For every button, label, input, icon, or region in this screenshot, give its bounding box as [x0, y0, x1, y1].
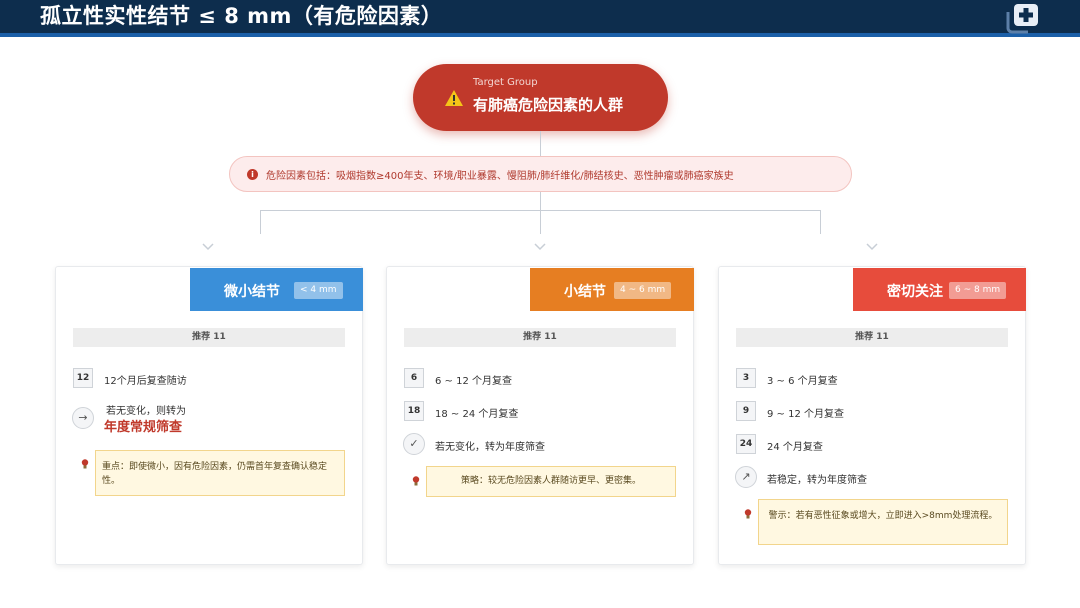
- month-badge: 9: [736, 401, 756, 421]
- step-text: 12个月后复查随访: [104, 376, 187, 387]
- step-item: → 若无变化，则转为 年度常规筛查: [72, 406, 353, 447]
- step-item: 24 24 个月复查: [736, 433, 1016, 457]
- card-title: 小结节: [564, 284, 606, 300]
- arrow-right-icon: →: [72, 407, 94, 429]
- card-header-tab: 微小结节 < 4 mm: [190, 268, 363, 311]
- check-icon: ✓: [403, 433, 425, 455]
- lightbulb-icon: [412, 476, 420, 486]
- month-badge: 12: [73, 368, 93, 388]
- info-icon: i: [247, 169, 258, 180]
- step-text: 24 个月复查: [767, 442, 823, 453]
- trend-up-icon: ↗: [735, 466, 757, 488]
- recommendation-label: 推荐 11: [73, 328, 345, 347]
- note-box: 警示：若有恶性征象或增大，立即进入>8mm处理流程。: [758, 499, 1008, 545]
- step-item: 18 18 ~ 24 个月复查: [404, 400, 684, 424]
- step-text: 3 ~ 6 个月复查: [767, 376, 838, 387]
- page-title: 孤立性实性结节 ≤ 8 mm（有危险因素）: [40, 4, 443, 28]
- month-badge: 3: [736, 368, 756, 388]
- step-item: 3 3 ~ 6 个月复查: [736, 367, 1016, 391]
- step-item: 6 6 ~ 12 个月复查: [404, 367, 684, 391]
- step-item: ✓ 若无变化，转为年度筛查: [403, 433, 684, 457]
- connector-line: [540, 192, 541, 210]
- step-text: 18 ~ 24 个月复查: [435, 409, 519, 420]
- card-close-watch: 密切关注 6 ~ 8 mm 推荐 11 3 3 ~ 6 个月复查 9 9 ~ 1…: [718, 266, 1026, 565]
- step-text: 若无变化，则转为: [106, 406, 186, 417]
- chevron-down-icon: [534, 243, 546, 251]
- medical-plus-icon: [1006, 4, 1038, 34]
- warning-icon: [445, 90, 463, 106]
- card-header-tab: 小结节 4 ~ 6 mm: [530, 268, 694, 311]
- card-title: 微小结节: [224, 284, 280, 300]
- recommendation-label: 推荐 11: [404, 328, 676, 347]
- chevron-down-icon: [866, 243, 878, 251]
- recommendation-label: 推荐 11: [736, 328, 1008, 347]
- note-box: 重点：即使微小，因有危险因素，仍需首年复查确认稳定性。: [95, 450, 345, 496]
- month-badge: 24: [736, 434, 756, 454]
- step-text: 9 ~ 12 个月复查: [767, 409, 845, 420]
- risk-factors-text: 危险因素包括：吸烟指数≥400年支、环境/职业暴露、慢阻肺/肺纤维化/肺结核史、…: [266, 171, 734, 182]
- step-emphasis-text: 年度常规筛查: [104, 420, 183, 435]
- card-micro-nodule: 微小结节 < 4 mm 推荐 11 12 12个月后复查随访 → 若无变化，则转…: [55, 266, 363, 565]
- card-title: 密切关注: [887, 284, 943, 300]
- target-group-node: Target Group 有肺癌危险因素的人群: [413, 64, 668, 131]
- step-item: ↗ 若稳定，转为年度筛查: [735, 466, 1016, 490]
- step-text: 若无变化，转为年度筛查: [435, 442, 545, 453]
- month-badge: 6: [404, 368, 424, 388]
- target-subtitle: Target Group: [473, 77, 538, 88]
- lightbulb-icon: [81, 459, 89, 469]
- size-chip: 6 ~ 8 mm: [949, 282, 1007, 299]
- step-text: 若稳定，转为年度筛查: [767, 475, 867, 486]
- connector-line: [820, 210, 821, 234]
- step-item: 9 9 ~ 12 个月复查: [736, 400, 1016, 424]
- step-text: 6 ~ 12 个月复查: [435, 376, 513, 387]
- header-accent-line: [0, 33, 1080, 37]
- size-chip: 4 ~ 6 mm: [614, 282, 672, 299]
- risk-factors-banner: i 危险因素包括：吸烟指数≥400年支、环境/职业暴露、慢阻肺/肺纤维化/肺结核…: [229, 156, 852, 192]
- connector-line: [540, 131, 541, 156]
- card-header-tab: 密切关注 6 ~ 8 mm: [853, 268, 1026, 311]
- connector-line: [540, 210, 541, 234]
- connector-line: [260, 210, 261, 234]
- lightbulb-icon: [744, 509, 752, 519]
- chevron-down-icon: [202, 243, 214, 251]
- month-badge: 18: [404, 401, 424, 421]
- card-small-nodule: 小结节 4 ~ 6 mm 推荐 11 6 6 ~ 12 个月复查 18 18 ~…: [386, 266, 694, 565]
- target-title: 有肺癌危险因素的人群: [473, 96, 624, 114]
- note-box: 策略：较无危险因素人群随访更早、更密集。: [426, 466, 676, 497]
- size-chip: < 4 mm: [294, 282, 343, 299]
- step-item: 12 12个月后复查随访: [73, 367, 353, 391]
